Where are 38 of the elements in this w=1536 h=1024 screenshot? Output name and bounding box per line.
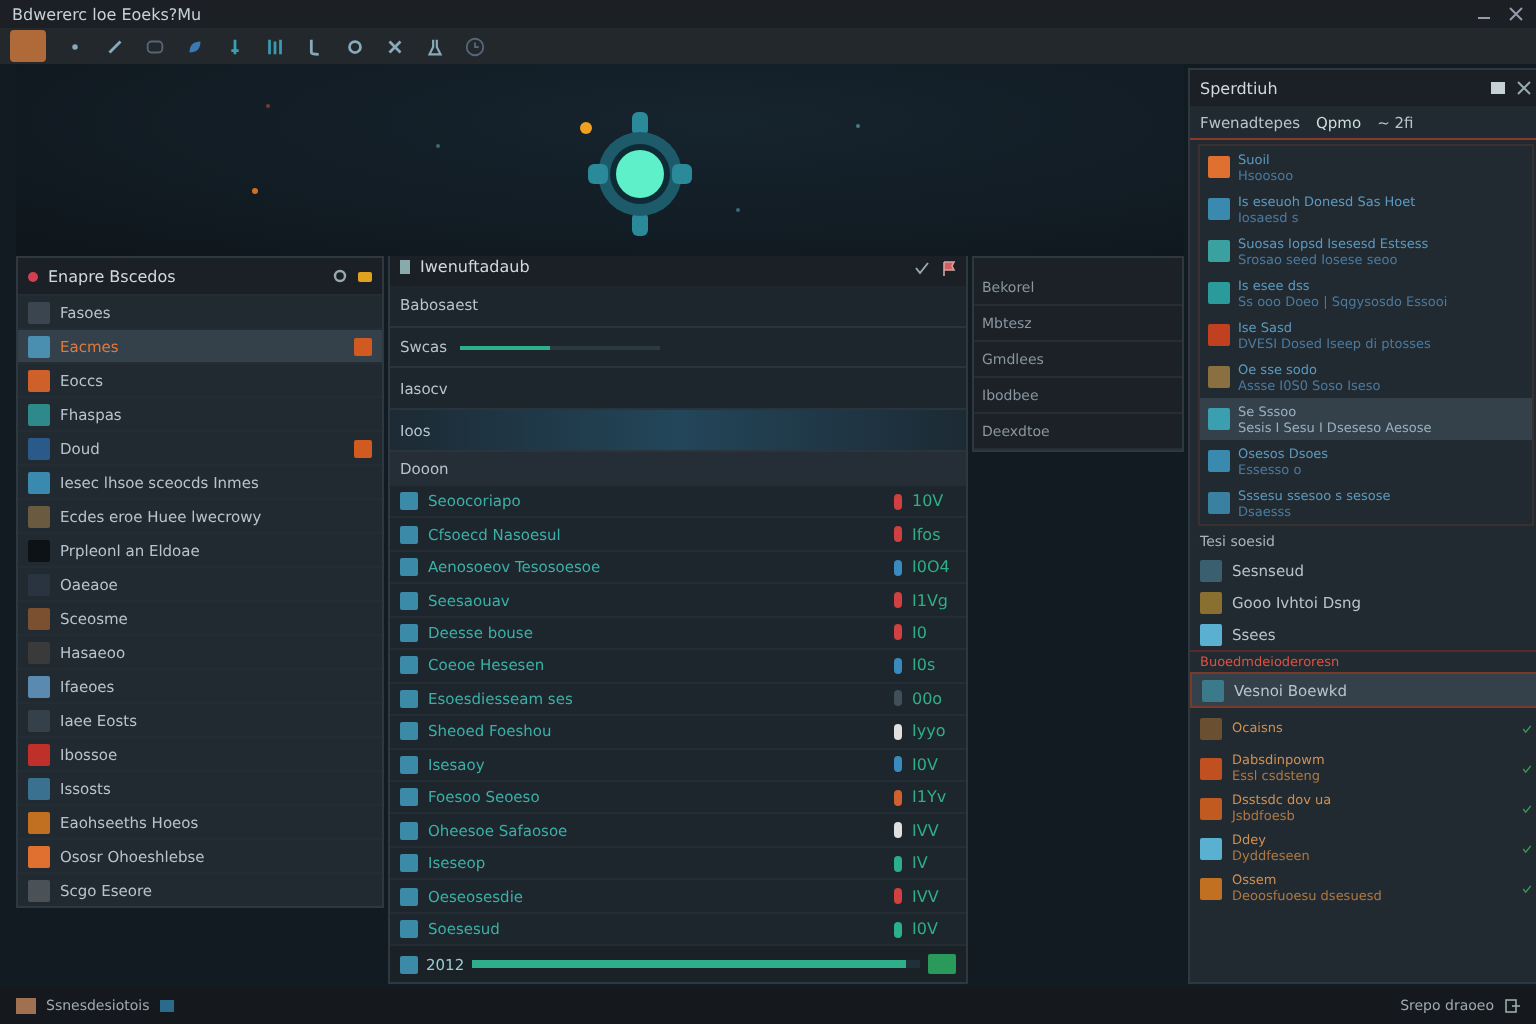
check-icon xyxy=(1522,803,1532,813)
value-text: I1Vg xyxy=(912,591,950,609)
value-text: I0O4 xyxy=(912,558,952,577)
avatar-thumbnail[interactable] xyxy=(10,30,46,62)
image-icon[interactable] xyxy=(1490,80,1506,96)
exit-icon[interactable] xyxy=(1504,998,1520,1014)
panel-title: Sperdtiuh xyxy=(1200,79,1280,97)
file-icon xyxy=(400,260,410,275)
value-text: IVV xyxy=(912,821,941,840)
check-icon xyxy=(1522,883,1532,893)
value-text: I0V xyxy=(912,755,940,774)
pen-icon[interactable] xyxy=(104,35,126,57)
value-text: 00o xyxy=(912,689,945,708)
flag-icon[interactable] xyxy=(940,259,956,276)
value-text: I0V xyxy=(912,920,940,939)
panel-title: Enapre Bscedos xyxy=(48,267,178,285)
close-icon[interactable] xyxy=(1508,6,1524,22)
bars-icon[interactable] xyxy=(264,35,286,57)
value-text: Ifos xyxy=(912,525,943,544)
panel-title: Iwenuftadaub xyxy=(420,258,532,277)
flask-icon[interactable] xyxy=(424,35,446,57)
check-icon[interactable] xyxy=(914,259,930,276)
check-icon xyxy=(1522,723,1532,733)
window-title: Bdwererc loe Eoeks?Mu xyxy=(12,5,202,23)
value-text: I0s xyxy=(912,656,938,675)
status-thumbnail xyxy=(16,998,36,1014)
value-text: Iyyo xyxy=(912,722,948,741)
confirm-button[interactable] xyxy=(928,954,956,975)
value-text: IV xyxy=(912,854,930,873)
check-icon xyxy=(1522,843,1532,853)
value-text: IVV xyxy=(912,887,941,906)
value-text: I1Yv xyxy=(912,788,949,807)
check-icon xyxy=(1522,763,1532,773)
value-text: 10V xyxy=(912,492,946,511)
close-icon[interactable] xyxy=(1516,80,1532,96)
clock-icon[interactable] xyxy=(464,35,486,57)
value-text: I0 xyxy=(912,623,929,642)
item-thumbnail xyxy=(1202,679,1224,701)
